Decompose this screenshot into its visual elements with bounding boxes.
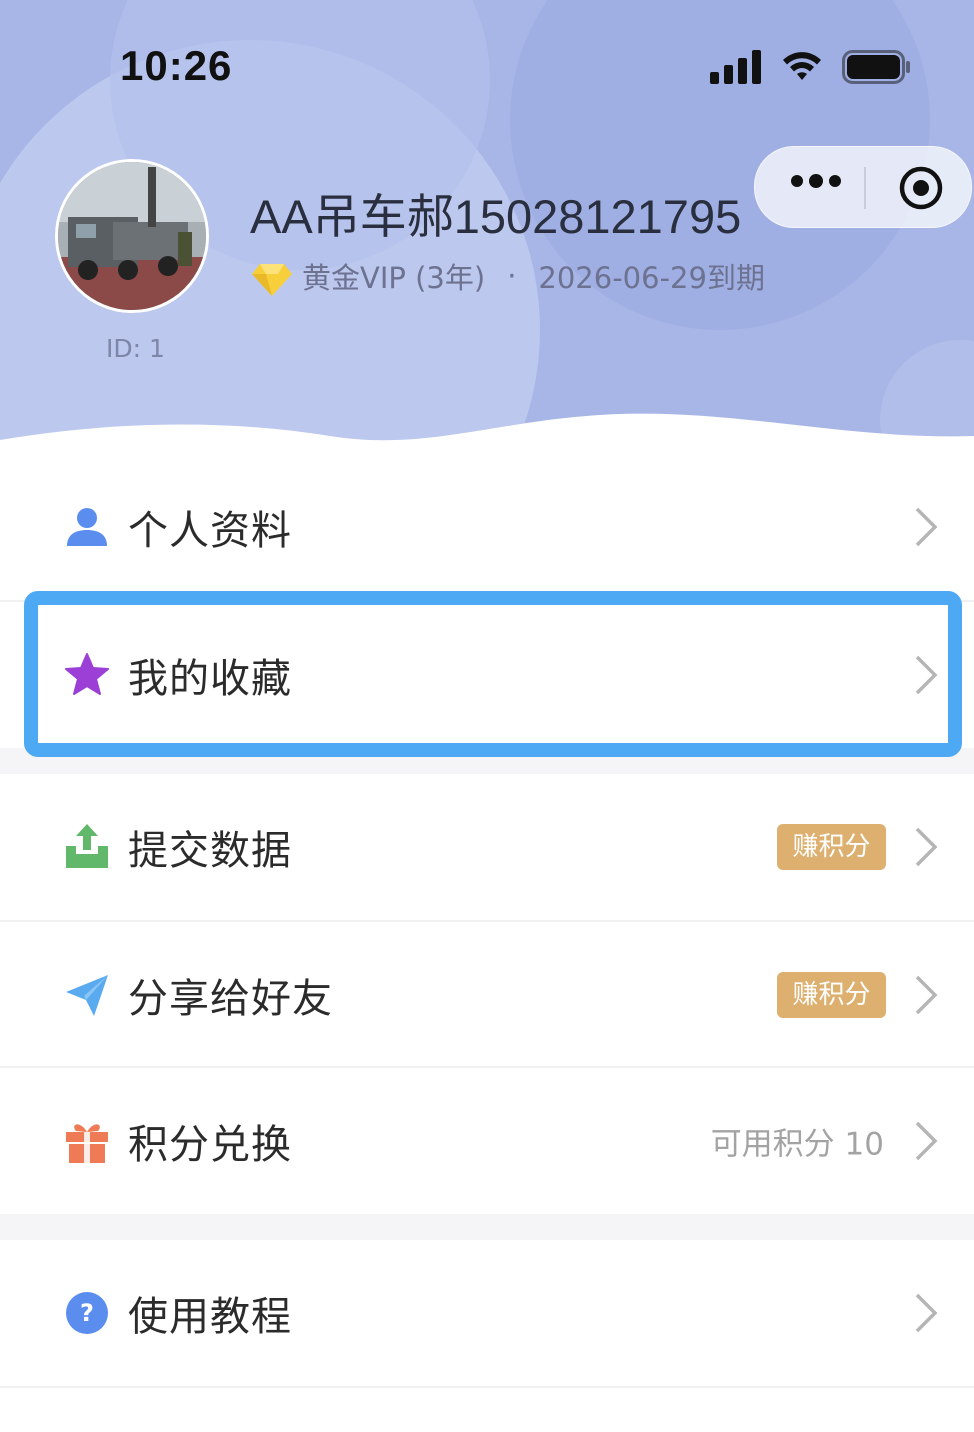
status-icons (710, 50, 912, 84)
vip-expiry: 2026-06-29到期 (538, 261, 765, 295)
star-icon (65, 653, 109, 695)
battery-icon (842, 50, 910, 84)
menu-label: 我的收藏 (128, 656, 292, 702)
more-icon[interactable] (791, 173, 841, 189)
menu-item-points-exchange[interactable]: 积分兑换 可用积分 10 (0, 1068, 974, 1214)
user-id: ID: 1 (106, 334, 165, 363)
section-gap (0, 1214, 974, 1240)
gift-icon (66, 1124, 108, 1163)
signal-icon (710, 50, 761, 84)
close-target-icon[interactable] (899, 166, 943, 210)
mini-program-capsule (754, 146, 972, 228)
chevron-right-icon (915, 1293, 938, 1333)
menu-label: 使用教程 (128, 1294, 292, 1340)
section-gap (0, 748, 974, 774)
menu-label: 分享给好友 (128, 976, 333, 1022)
menu-item-favorites[interactable]: 我的收藏 (0, 602, 974, 748)
help-icon: ? (66, 1292, 108, 1334)
avatar[interactable] (55, 159, 209, 313)
chevron-right-icon (915, 507, 938, 547)
chevron-right-icon (915, 827, 938, 867)
person-icon (67, 508, 107, 546)
vip-level: 黄金VIP (3年) (302, 261, 486, 295)
avatar-photo (58, 162, 206, 310)
chevron-right-icon (915, 1121, 938, 1161)
upload-icon (66, 824, 108, 868)
available-points: 可用积分 10 (710, 1126, 884, 1163)
capsule-divider (864, 167, 866, 209)
menu-item-profile[interactable]: 个人资料 (0, 454, 974, 600)
menu-label: 个人资料 (128, 508, 292, 554)
vip-row: 黄金VIP (3年) · 2026-06-29到期 (252, 255, 765, 297)
earn-points-badge: 赚积分 (777, 824, 886, 870)
earn-points-badge: 赚积分 (777, 972, 886, 1018)
svg-text:?: ? (80, 1299, 94, 1327)
menu-label: 积分兑换 (128, 1122, 292, 1168)
paper-plane-icon (66, 975, 108, 1016)
menu-label: 提交数据 (128, 828, 292, 874)
menu-item-tutorial[interactable]: ? 使用教程 (0, 1240, 974, 1386)
chevron-right-icon (915, 655, 938, 695)
wifi-icon (783, 52, 821, 80)
menu-divider (0, 1386, 974, 1388)
profile-header: 10:26 ID: 1 AA吊车郝15028121795 黄金VIP (3年) … (0, 0, 974, 470)
menu-item-submit-data[interactable]: 提交数据 赚积分 (0, 774, 974, 920)
chevron-right-icon (915, 975, 938, 1015)
status-time: 10:26 (120, 42, 233, 89)
username: AA吊车郝15028121795 (250, 190, 742, 243)
menu-item-share[interactable]: 分享给好友 赚积分 (0, 922, 974, 1068)
vip-separator: · (507, 259, 517, 293)
diamond-icon (252, 264, 292, 296)
